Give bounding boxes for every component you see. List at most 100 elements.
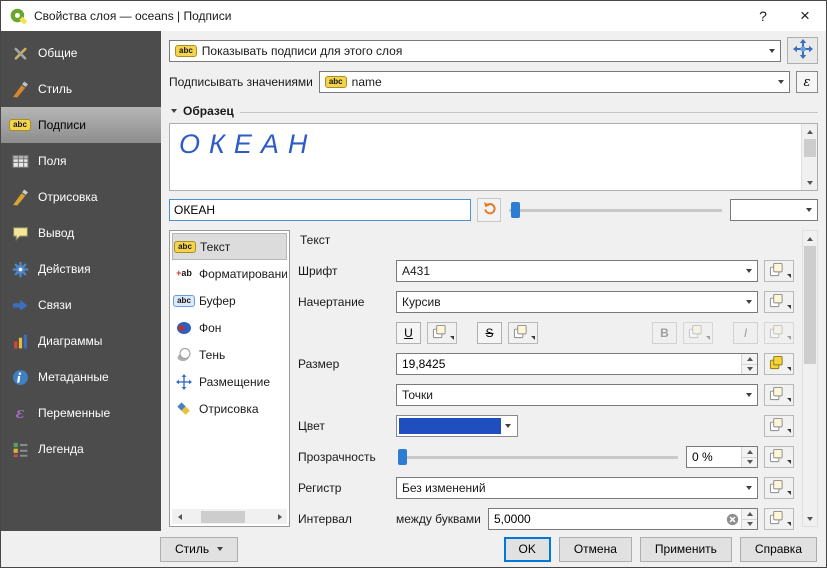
titlebar[interactable]: Свойства слоя — oceans | Подписи ? ×: [1, 1, 826, 31]
scroll-up-button[interactable]: [802, 124, 818, 139]
strikeout-button[interactable]: S: [477, 322, 502, 344]
data-defined-override-button[interactable]: [764, 353, 794, 375]
sample-group-header[interactable]: Образец: [171, 104, 818, 118]
tab-placement[interactable]: Размещение: [172, 368, 287, 395]
spin-down-button[interactable]: [742, 365, 757, 375]
italic-button[interactable]: I: [733, 322, 758, 344]
opacity-slider[interactable]: [396, 446, 680, 468]
spin-up-button[interactable]: [742, 354, 757, 365]
font-color-button[interactable]: [396, 415, 518, 437]
scroll-left-button[interactable]: [172, 509, 187, 524]
tab-shadow[interactable]: Тень: [172, 341, 287, 368]
size-input[interactable]: [402, 357, 741, 371]
size-label: Размер: [298, 357, 390, 371]
spin-down-button[interactable]: [742, 520, 757, 530]
sidebar-item-actions[interactable]: Действия: [1, 251, 161, 287]
dd-caret-icon: [531, 336, 535, 340]
letter-spacing-input[interactable]: [494, 512, 723, 526]
scroll-track[interactable]: [187, 511, 272, 523]
data-defined-icon: [769, 448, 784, 466]
scroll-thumb[interactable]: [201, 511, 245, 523]
spin-down-button[interactable]: [742, 458, 757, 468]
chevron-down-icon[interactable]: [501, 418, 515, 434]
data-defined-override-button[interactable]: [683, 322, 713, 344]
data-defined-override-button[interactable]: [427, 322, 457, 344]
style-menu-button[interactable]: Стиль: [160, 537, 238, 562]
sidebar-item-rendering[interactable]: Отрисовка: [1, 179, 161, 215]
preview-size-combo[interactable]: [730, 199, 818, 221]
case-combo[interactable]: Без изменений: [396, 477, 758, 499]
data-defined-override-button[interactable]: [764, 260, 794, 282]
data-defined-override-button[interactable]: [764, 291, 794, 313]
tab-background[interactable]: Фон: [172, 314, 287, 341]
data-defined-override-button[interactable]: [764, 446, 794, 468]
scroll-down-button[interactable]: [803, 511, 817, 526]
rendering-tab-icon: [175, 401, 193, 417]
data-defined-override-button[interactable]: [764, 477, 794, 499]
scroll-track[interactable]: [804, 246, 816, 511]
scroll-thumb[interactable]: [804, 139, 816, 157]
sidebar-item-joins[interactable]: Связи: [1, 287, 161, 323]
close-button[interactable]: ×: [784, 1, 826, 31]
sidebar-item-general[interactable]: Общие: [1, 35, 161, 71]
data-defined-override-button[interactable]: [764, 415, 794, 437]
scroll-thumb[interactable]: [804, 246, 816, 364]
preview-text-input[interactable]: [169, 199, 471, 221]
data-defined-override-button[interactable]: [764, 384, 794, 406]
underline-button[interactable]: U: [396, 322, 421, 344]
sidebar-item-labels[interactable]: abc Подписи: [1, 107, 161, 143]
tab-buffer[interactable]: abc Буфер: [172, 287, 287, 314]
preview-scrollbar[interactable]: [801, 124, 817, 190]
auto-placement-settings-button[interactable]: [787, 37, 818, 64]
data-defined-icon: [769, 355, 784, 373]
data-defined-override-button[interactable]: [764, 508, 794, 530]
preview-scale-slider[interactable]: [507, 199, 724, 221]
bold-button[interactable]: B: [652, 322, 677, 344]
sidebar-item-variables[interactable]: ε Переменные: [1, 395, 161, 431]
help-button[interactable]: Справка: [740, 537, 817, 562]
data-defined-override-button[interactable]: [508, 322, 538, 344]
scroll-down-button[interactable]: [802, 175, 818, 190]
expression-builder-button[interactable]: ε: [796, 71, 818, 93]
font-combo[interactable]: A431: [396, 260, 758, 282]
data-defined-override-button[interactable]: [764, 322, 794, 344]
sidebar-item-label: Связи: [38, 298, 72, 312]
buffer-icon: abc: [175, 293, 193, 309]
font-style-combo[interactable]: Курсив: [396, 291, 758, 313]
sidebar-item-fields[interactable]: Поля: [1, 143, 161, 179]
letter-spacing-spinbox[interactable]: [488, 508, 758, 530]
settings-scrollbar[interactable]: [802, 230, 818, 527]
sidebar-item-display[interactable]: Вывод: [1, 215, 161, 251]
slider-handle[interactable]: [398, 449, 407, 465]
cancel-button[interactable]: Отмена: [559, 537, 632, 562]
sidebar-item-metadata[interactable]: Метаданные: [1, 359, 161, 395]
opacity-spinbox[interactable]: [686, 446, 758, 468]
ab-glyph: ab: [181, 268, 192, 278]
abc-icon: abc: [9, 119, 31, 131]
slider-handle[interactable]: [511, 202, 520, 218]
sidebar-item-diagrams[interactable]: Диаграммы: [1, 323, 161, 359]
show-labels-combo[interactable]: abc Показывать подписи для этого слоя: [169, 40, 781, 62]
sidebar-item-legend[interactable]: Легенда: [1, 431, 161, 467]
size-units-combo[interactable]: Точки: [396, 384, 758, 406]
spin-up-button[interactable]: [742, 447, 757, 458]
chevron-down-icon: [763, 41, 780, 61]
help-titlebar-button[interactable]: ?: [742, 1, 784, 31]
dd-caret-icon: [450, 336, 454, 340]
opacity-input[interactable]: [692, 450, 741, 464]
sidebar-item-style[interactable]: Стиль: [1, 71, 161, 107]
apply-button[interactable]: Применить: [640, 537, 732, 562]
clear-value-button[interactable]: [723, 513, 741, 526]
reset-preview-button[interactable]: [477, 198, 501, 222]
tab-formatting[interactable]: +ab Форматировани: [172, 260, 287, 287]
size-spinbox[interactable]: [396, 353, 758, 375]
scroll-track[interactable]: [802, 139, 818, 175]
tab-text[interactable]: abc Текст: [172, 233, 287, 260]
tabs-horizontal-scrollbar[interactable]: [172, 509, 287, 524]
label-field-combo[interactable]: abc name: [319, 71, 790, 93]
spin-up-button[interactable]: [742, 509, 757, 520]
scroll-right-button[interactable]: [272, 509, 287, 524]
ok-button[interactable]: OK: [504, 537, 551, 562]
tab-rendering[interactable]: Отрисовка: [172, 395, 287, 422]
scroll-up-button[interactable]: [803, 231, 817, 246]
